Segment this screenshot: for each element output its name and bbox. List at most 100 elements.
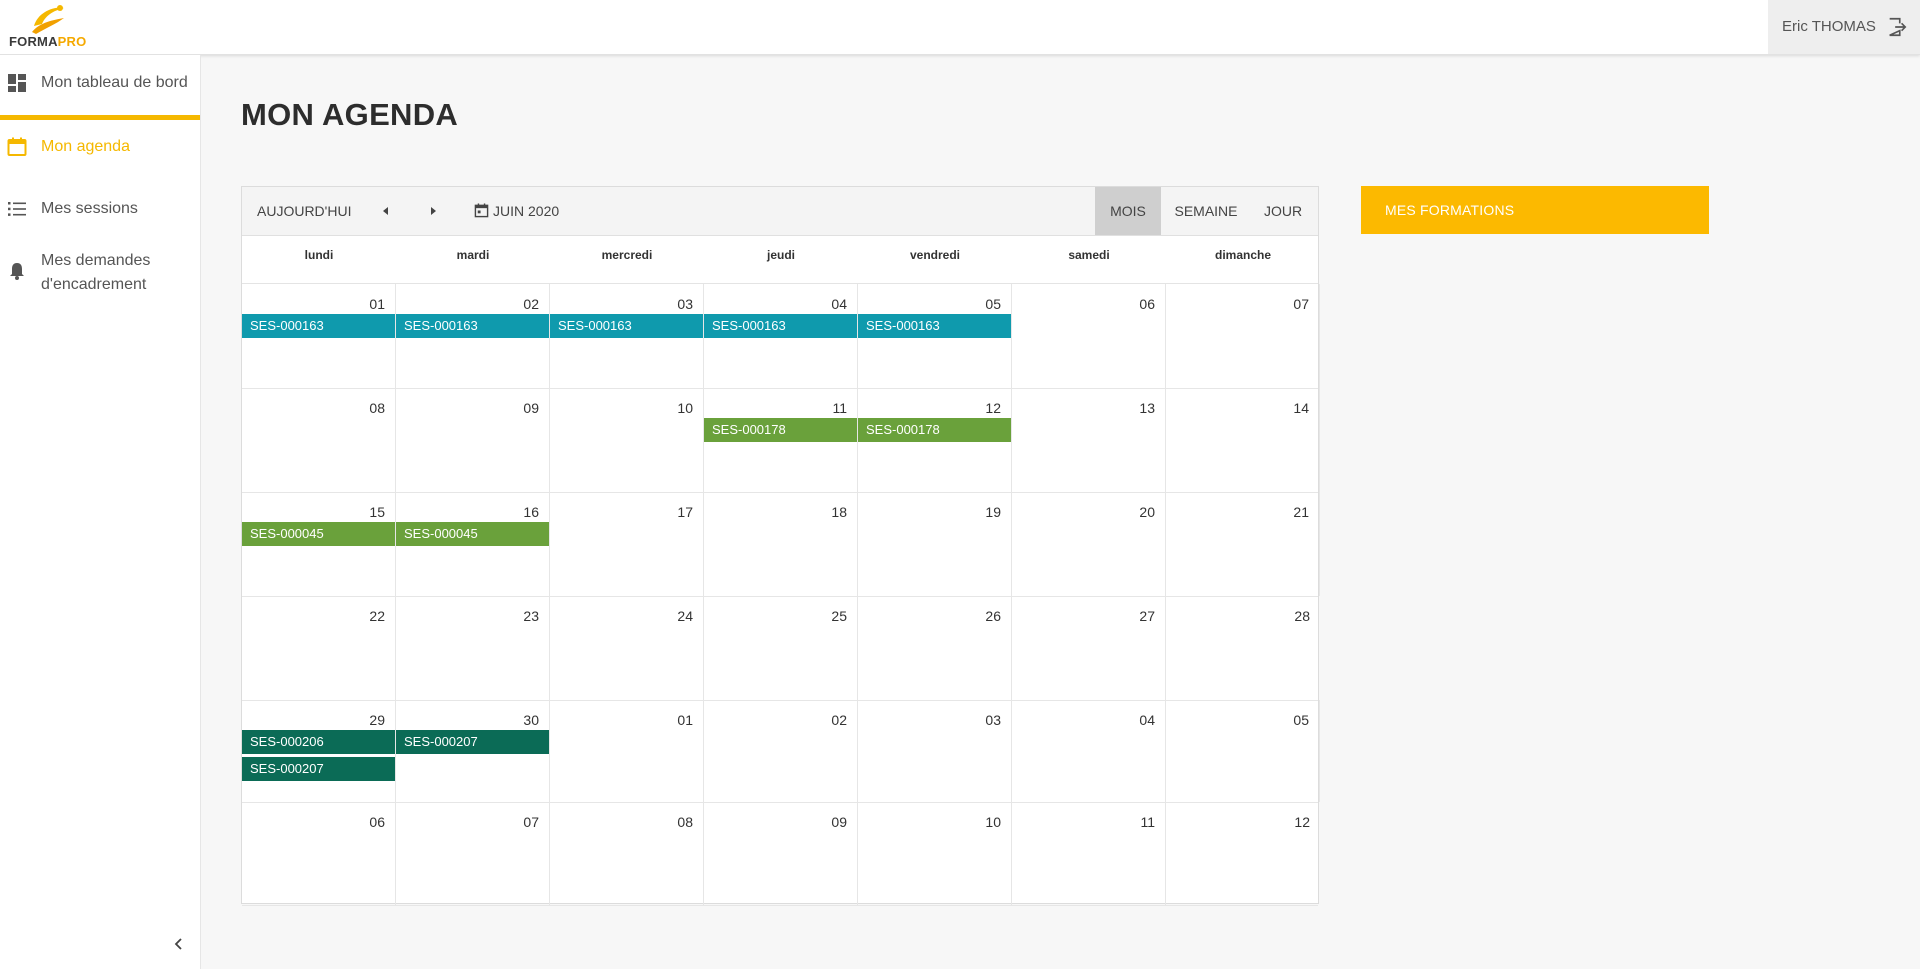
calendar-day-cell[interactable]: 23 xyxy=(396,596,550,700)
day-number: 24 xyxy=(677,608,693,624)
calendar-week-row: 06 07 08 09 10 11 12 xyxy=(242,802,1318,906)
calendar-event[interactable]: SES-000206 xyxy=(242,730,395,754)
calendar-day-cell[interactable]: 06 xyxy=(242,802,396,905)
sidebar-item-label: Mon tableau de bord xyxy=(41,74,188,91)
calendar-day-cell[interactable]: 27 xyxy=(1012,596,1166,700)
sidebar-item-label-line2: d'encadrement xyxy=(41,276,147,293)
calendar-day-cell[interactable]: 09 xyxy=(396,388,550,492)
calendar-day-cell[interactable]: 02 xyxy=(704,700,858,802)
calendar-day-cell[interactable]: 07 xyxy=(396,802,550,905)
calendar-day-cell[interactable]: 10 xyxy=(550,388,704,492)
calendar-day-cell[interactable]: 10 xyxy=(858,802,1012,905)
sidebar-item-demandes[interactable]: Mes demandes d'encadrement xyxy=(0,249,200,305)
calendar-day-cell[interactable]: 12 xyxy=(1166,802,1320,905)
calendar-day-cell[interactable]: 08 xyxy=(242,388,396,492)
day-number: 08 xyxy=(677,814,693,830)
calendar-day-cell[interactable]: 07 xyxy=(1166,284,1320,388)
calendar-event[interactable]: SES-000207 xyxy=(242,757,395,781)
calendar-event[interactable]: SES-000163 xyxy=(396,314,549,338)
calendar-day-cell[interactable]: 03 xyxy=(858,700,1012,802)
formapro-logo[interactable]: FORMAPRO xyxy=(8,2,88,52)
day-number: 06 xyxy=(1139,296,1155,312)
day-number: 12 xyxy=(1294,814,1310,830)
day-number: 23 xyxy=(523,608,539,624)
day-number: 03 xyxy=(985,712,1001,728)
calendar-event[interactable]: SES-000163 xyxy=(242,314,395,338)
dow-label: mardi xyxy=(456,248,490,262)
calendar-day-cell[interactable]: 24 xyxy=(550,596,704,700)
sidebar-item-label: Mes demandes xyxy=(41,252,151,269)
day-number: 04 xyxy=(1139,712,1155,728)
dow-label: samedi xyxy=(1068,248,1110,262)
dow-label: mercredi xyxy=(601,248,653,262)
sidebar-item-label: Mon agenda xyxy=(41,138,130,155)
calendar-week-row: 08 09 10 11 12 13 14 SES-000178 SES-000178 xyxy=(242,388,1320,493)
collapse-sidebar-chevron-icon[interactable] xyxy=(172,937,186,951)
calendar-event[interactable]: SES-000207 xyxy=(396,730,549,754)
today-button[interactable]: AUJOURD'HUI xyxy=(257,203,351,219)
top-header: FORMAPRO Eric THOMAS xyxy=(0,0,1920,55)
dow-label: lundi xyxy=(304,248,334,262)
page-title: MON AGENDA xyxy=(241,97,459,132)
calendar-day-cell[interactable]: 28 xyxy=(1166,596,1320,700)
day-number: 30 xyxy=(523,712,539,728)
sidebar-item-agenda[interactable]: Mon agenda xyxy=(0,137,200,177)
dashboard-icon xyxy=(8,74,26,92)
calendar-day-cell[interactable]: 06 xyxy=(1012,284,1166,388)
dow-label: vendredi xyxy=(909,248,960,262)
sidebar-item-sessions[interactable]: Mes sessions xyxy=(0,199,200,239)
mes-formations-button[interactable]: MES FORMATIONS xyxy=(1361,186,1709,234)
calendar-day-cell[interactable]: 21 xyxy=(1166,492,1320,596)
logo-text-forma: FORMA xyxy=(9,34,58,49)
current-month-label[interactable]: JUIN 2020 xyxy=(493,203,559,219)
sidebar-item-dashboard[interactable]: Mon tableau de bord xyxy=(0,73,200,113)
calendar-event[interactable]: SES-000163 xyxy=(704,314,857,338)
previous-arrow-icon[interactable] xyxy=(383,207,388,215)
view-week-button[interactable]: SEMAINE xyxy=(1161,187,1251,235)
calendar-event[interactable]: SES-000178 xyxy=(858,418,1011,442)
calendar-week-row: 22 23 24 25 26 27 28 xyxy=(242,596,1318,701)
view-day-button[interactable]: JOUR xyxy=(1251,187,1315,235)
calendar-day-cell[interactable]: 20 xyxy=(1012,492,1166,596)
logout-icon[interactable] xyxy=(1886,16,1908,38)
day-number: 07 xyxy=(523,814,539,830)
calendar-event[interactable]: SES-000178 xyxy=(704,418,857,442)
calendar-event[interactable]: SES-000045 xyxy=(396,522,549,546)
logo-text: FORMAPRO xyxy=(9,34,86,49)
day-number: 26 xyxy=(985,608,1001,624)
calendar: AUJOURD'HUI JUIN 2020 MOIS SEMAINE JOUR … xyxy=(241,186,1320,906)
calendar-day-cell[interactable]: 18 xyxy=(704,492,858,596)
calendar-day-cell[interactable]: 09 xyxy=(704,802,858,905)
calendar-day-cell[interactable]: 05 xyxy=(1166,700,1320,802)
calendar-day-cell[interactable]: 26 xyxy=(858,596,1012,700)
day-number: 08 xyxy=(369,400,385,416)
day-number: 25 xyxy=(831,608,847,624)
day-number: 05 xyxy=(1293,712,1309,728)
calendar-picker-icon[interactable] xyxy=(474,203,489,218)
day-number: 10 xyxy=(677,400,693,416)
calendar-day-cell[interactable]: 25 xyxy=(704,596,858,700)
sidebar-item-label: Mes sessions xyxy=(41,200,138,217)
sidebar: Mon tableau de bord Mon agenda Mes sessi… xyxy=(0,55,201,969)
calendar-day-cell[interactable]: 01 xyxy=(550,700,704,802)
day-number: 19 xyxy=(985,504,1001,520)
view-month-button[interactable]: MOIS xyxy=(1095,187,1161,235)
day-number: 20 xyxy=(1139,504,1155,520)
logo-swirl-icon xyxy=(32,5,64,34)
calendar-day-cell[interactable]: 14 xyxy=(1166,388,1320,492)
calendar-day-cell[interactable]: 11 xyxy=(1012,802,1166,905)
calendar-event[interactable]: SES-000163 xyxy=(858,314,1011,338)
day-number: 28 xyxy=(1294,608,1310,624)
day-number: 22 xyxy=(369,608,385,624)
next-arrow-icon[interactable] xyxy=(431,207,436,215)
calendar-day-cell[interactable]: 22 xyxy=(242,596,396,700)
user-box: Eric THOMAS xyxy=(1768,0,1920,54)
calendar-day-cell[interactable]: 17 xyxy=(550,492,704,596)
calendar-day-cell[interactable]: 08 xyxy=(550,802,704,905)
calendar-event[interactable]: SES-000163 xyxy=(550,314,703,338)
calendar-day-cell[interactable]: 19 xyxy=(858,492,1012,596)
calendar-event[interactable]: SES-000045 xyxy=(242,522,395,546)
calendar-icon xyxy=(7,137,27,156)
calendar-day-cell[interactable]: 04 xyxy=(1012,700,1166,802)
calendar-day-cell[interactable]: 13 xyxy=(1012,388,1166,492)
